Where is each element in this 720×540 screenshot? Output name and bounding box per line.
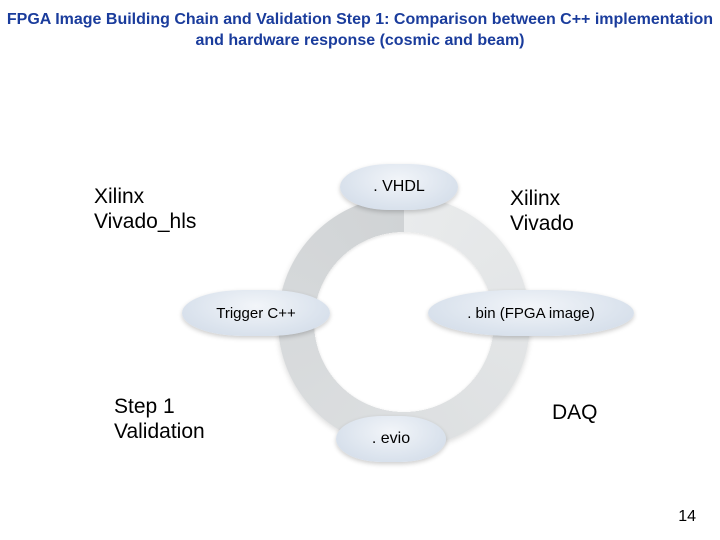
label-daq: DAQ bbox=[552, 400, 598, 425]
label-xilinx-vivado: XilinxVivado bbox=[510, 186, 574, 236]
label-xilinx-vivado-hls: XilinxVivado_hls bbox=[94, 184, 196, 234]
slide-title: FPGA Image Building Chain and Validation… bbox=[0, 10, 720, 52]
cycle-node-bin: . bin (FPGA image) bbox=[428, 290, 634, 336]
label-step1-validation: Step 1Validation bbox=[114, 394, 205, 444]
cycle-node-vhdl: . VHDL bbox=[340, 164, 458, 210]
cycle-node-evio: . evio bbox=[336, 416, 446, 462]
cycle-node-trigger: Trigger C++ bbox=[182, 290, 330, 336]
page-number: 14 bbox=[678, 508, 696, 526]
